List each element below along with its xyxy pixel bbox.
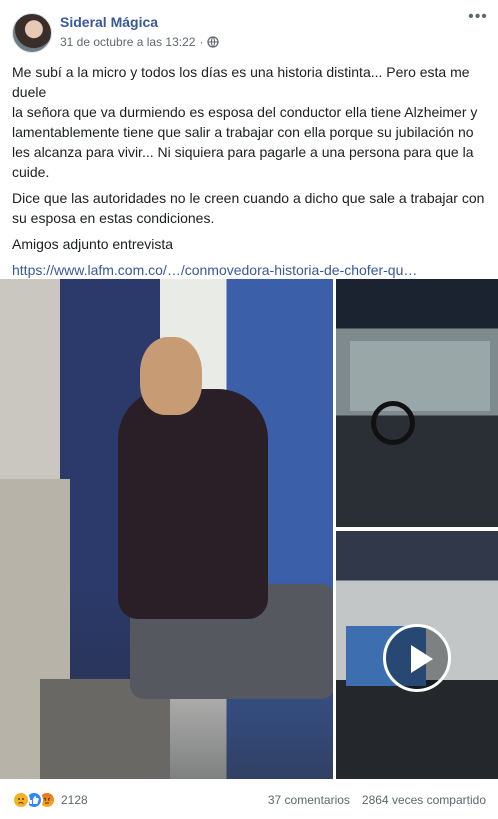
post-header: Sideral Mágica 31 de octubre a las 13:22… (0, 0, 498, 56)
play-button[interactable] (383, 624, 451, 692)
media-grid (0, 279, 498, 779)
article-link[interactable]: https://www.lafm.com.co/…/conmovedora-hi… (12, 262, 417, 278)
reactions-summary[interactable]: 2128 (12, 791, 88, 809)
play-icon (411, 645, 433, 673)
shares-count[interactable]: 2864 veces compartido (362, 793, 486, 807)
comments-count[interactable]: 37 comentarios (268, 793, 350, 807)
post-link-paragraph: https://www.lafm.com.co/…/conmovedora-hi… (12, 260, 488, 280)
steering-wheel (371, 401, 415, 445)
post-line: Me subí a la micro y todos los días es u… (12, 64, 470, 100)
engagement-stats: 37 comentarios 2864 veces compartido (268, 793, 486, 807)
photo-bus-driver[interactable] (336, 279, 498, 527)
reaction-count[interactable]: 2128 (61, 793, 88, 807)
post-line: la señora que va durmiendo es esposa del… (12, 104, 478, 180)
author-avatar[interactable] (12, 13, 52, 53)
video-bus-windshield[interactable] (336, 531, 498, 779)
post-footer: 2128 37 comentarios 2864 veces compartid… (0, 786, 498, 812)
post-paragraph-1: Me subí a la micro y todos los días es u… (12, 62, 488, 182)
globe-icon (207, 36, 220, 48)
sad-reaction-icon (12, 791, 30, 809)
post-paragraph-2: Dice que las autoridades no le creen cua… (12, 190, 485, 226)
sleeping-woman (118, 389, 268, 619)
post-meta: 31 de octubre a las 13:22 · (60, 35, 220, 49)
photo-woman-sleeping[interactable] (0, 279, 333, 779)
more-options-icon[interactable]: ••• (466, 9, 490, 30)
post-paragraph-3: Amigos adjunto entrevista (12, 236, 174, 252)
bus-windshield (350, 341, 490, 411)
post-body: Me subí a la micro y todos los días es u… (12, 62, 488, 286)
post-timestamp[interactable]: 31 de octubre a las 13:22 (60, 35, 195, 49)
author-name[interactable]: Sideral Mágica (60, 14, 158, 30)
sleeping-woman-head (140, 337, 202, 415)
meta-separator: · (199, 35, 204, 49)
